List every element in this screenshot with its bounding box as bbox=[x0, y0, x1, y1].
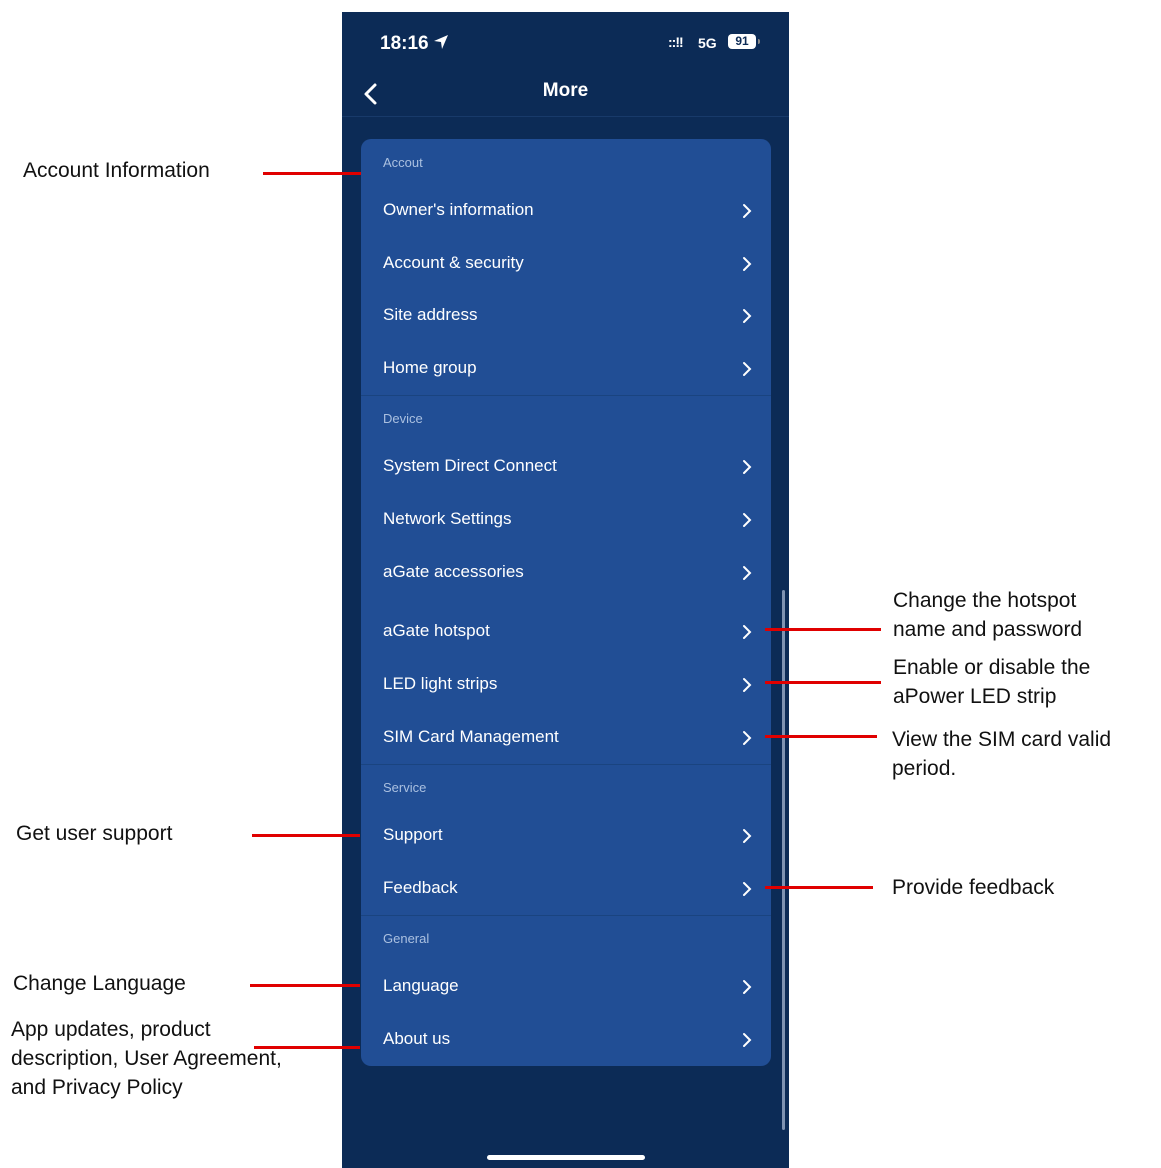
menu-item-label: Home group bbox=[383, 358, 477, 377]
menu-item-feedback[interactable]: Feedback bbox=[361, 863, 771, 915]
status-time: 18:16 bbox=[380, 33, 429, 54]
annotation-support: Get user support bbox=[16, 822, 173, 845]
signal-icon: ::!! bbox=[668, 34, 684, 50]
chevron-right-icon bbox=[743, 204, 752, 218]
chevron-right-icon bbox=[743, 257, 752, 271]
nav-bar: More bbox=[342, 74, 789, 117]
annotation-led: Enable or disable the aPower LED strip bbox=[893, 656, 1091, 708]
annotation-leader-line bbox=[263, 172, 361, 175]
menu-item-agate-hotspot[interactable]: aGate hotspot bbox=[361, 606, 771, 658]
chevron-right-icon bbox=[743, 566, 752, 580]
status-bar: 18:16 ::!! 5G 91 bbox=[342, 12, 789, 74]
section-label-service: Service bbox=[383, 780, 427, 795]
menu-item-sim-card-management[interactable]: SIM Card Management bbox=[361, 712, 771, 764]
section-divider bbox=[361, 764, 771, 765]
menu-item-owners-information[interactable]: Owner's information bbox=[361, 185, 771, 237]
annotation-leader-line bbox=[254, 1046, 360, 1049]
menu-item-label: aGate accessories bbox=[383, 562, 524, 581]
annotation-leader-line bbox=[250, 984, 360, 987]
chevron-right-icon bbox=[743, 678, 752, 692]
scrollbar[interactable] bbox=[782, 590, 785, 1130]
chevron-right-icon bbox=[743, 882, 752, 896]
settings-card: Accout Owner's information Account & sec… bbox=[361, 139, 771, 1066]
battery-tip bbox=[758, 39, 760, 44]
menu-item-label: Account & security bbox=[383, 253, 524, 272]
annotation-leader-line bbox=[765, 681, 881, 684]
annotation-about: App updates, product description, User A… bbox=[11, 1018, 282, 1099]
chevron-right-icon bbox=[743, 625, 752, 639]
menu-item-agate-accessories[interactable]: aGate accessories bbox=[361, 547, 771, 599]
page-title: More bbox=[542, 80, 589, 101]
chevron-right-icon bbox=[743, 362, 752, 376]
annotation-language: Change Language bbox=[13, 972, 186, 995]
menu-item-label: Feedback bbox=[383, 878, 458, 897]
section-divider bbox=[361, 915, 771, 916]
battery-icon: 91 bbox=[728, 34, 756, 49]
menu-item-network-settings[interactable]: Network Settings bbox=[361, 494, 771, 546]
menu-item-account-security[interactable]: Account & security bbox=[361, 238, 771, 290]
menu-item-system-direct-connect[interactable]: System Direct Connect bbox=[361, 441, 771, 493]
phone-screen: 18:16 ::!! 5G 91 More Accout Owner's inf… bbox=[342, 12, 789, 1168]
menu-item-label: Support bbox=[383, 825, 443, 844]
chevron-right-icon bbox=[743, 731, 752, 745]
annotation-leader-line bbox=[765, 886, 873, 889]
annotation-hotspot: Change the hotspot name and password bbox=[893, 589, 1083, 641]
home-indicator[interactable] bbox=[487, 1155, 645, 1160]
section-label-account: Accout bbox=[383, 155, 423, 170]
menu-item-label: System Direct Connect bbox=[383, 456, 557, 475]
menu-item-home-group[interactable]: Home group bbox=[361, 343, 771, 395]
annotation-feedback: Provide feedback bbox=[892, 876, 1055, 899]
section-label-device: Device bbox=[383, 411, 423, 426]
menu-item-label: SIM Card Management bbox=[383, 727, 559, 746]
annotation-leader-line bbox=[252, 834, 360, 837]
menu-item-about-us[interactable]: About us bbox=[361, 1014, 771, 1066]
annotation-leader-line bbox=[765, 628, 881, 631]
chevron-right-icon bbox=[743, 1033, 752, 1047]
chevron-right-icon bbox=[743, 513, 752, 527]
annotation-leader-line bbox=[765, 735, 877, 738]
location-arrow-icon bbox=[434, 35, 448, 49]
menu-item-label: aGate hotspot bbox=[383, 621, 490, 640]
section-divider bbox=[361, 395, 771, 396]
chevron-right-icon bbox=[743, 829, 752, 843]
menu-item-label: Language bbox=[383, 976, 459, 995]
section-label-general: General bbox=[383, 931, 430, 946]
menu-item-site-address[interactable]: Site address bbox=[361, 290, 771, 342]
menu-item-led-light-strips[interactable]: LED light strips bbox=[361, 659, 771, 711]
menu-item-support[interactable]: Support bbox=[361, 810, 771, 862]
network-type: 5G bbox=[698, 35, 717, 51]
chevron-right-icon bbox=[743, 980, 752, 994]
annotation-sim: View the SIM card valid period. bbox=[892, 728, 1112, 780]
chevron-right-icon bbox=[743, 460, 752, 474]
menu-item-label: About us bbox=[383, 1029, 451, 1048]
menu-item-language[interactable]: Language bbox=[361, 961, 771, 1013]
menu-item-label: Owner's information bbox=[383, 200, 534, 219]
menu-item-label: Network Settings bbox=[383, 509, 512, 528]
menu-item-label: LED light strips bbox=[383, 674, 498, 693]
chevron-right-icon bbox=[743, 309, 752, 323]
annotation-account-information: Account Information bbox=[23, 159, 210, 182]
menu-item-label: Site address bbox=[383, 305, 478, 324]
